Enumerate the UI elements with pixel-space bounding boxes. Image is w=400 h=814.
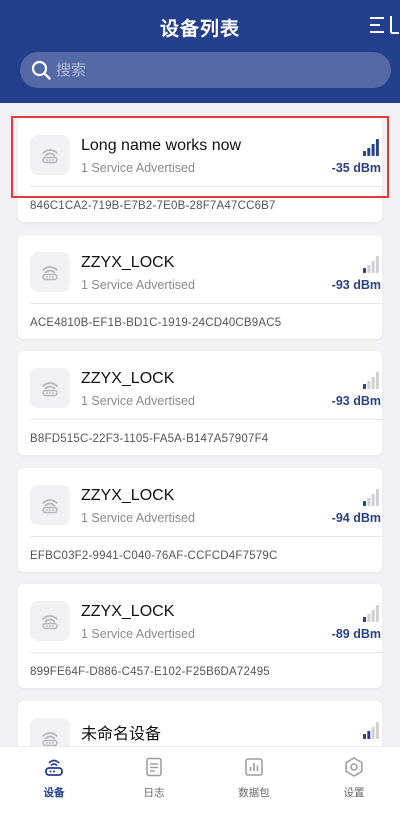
device-name: ZZYX_LOCK xyxy=(81,253,175,271)
document-icon xyxy=(143,756,165,778)
device-name: Long name works now xyxy=(81,137,242,154)
device-services: 1 Service Advertised xyxy=(81,394,195,408)
divider xyxy=(30,535,382,537)
device-services: 1 Service Advertised xyxy=(81,277,195,292)
device-uuid: B8FD515C-22F3-1105-FA5A-B147A57907F4 xyxy=(30,433,269,445)
device-name: ZZYX_LOCK xyxy=(81,370,175,387)
device-card[interactable]: Long name works now 1 Service Advertised -… xyxy=(18,118,382,222)
device-name: ZZYX_LOCK xyxy=(81,603,175,620)
device-card[interactable]: ZZYX_LOCK 1 Service Advertised -89 dBm 899F… xyxy=(18,584,382,688)
device-card[interactable]: ZZYX_LOCK 1 Service Advertised -94 dBm EFBC… xyxy=(18,467,382,572)
menu-icon[interactable] xyxy=(364,12,400,42)
device-rssi: -93 dBm xyxy=(331,394,381,408)
tab-packets[interactable]: 数据包 xyxy=(204,747,304,814)
tab-devices[interactable]: 设备 xyxy=(4,747,104,814)
divider xyxy=(30,419,382,420)
search-icon xyxy=(30,59,52,81)
router-icon xyxy=(43,756,65,778)
device-uuid: ACE4810B-EF1B-BD1C-1919-24CD40CB9AC5 xyxy=(30,316,282,329)
signal-strength-icon xyxy=(363,488,380,506)
device-uuid: 846C1CA2-719B-E7B2-7E0B-28F7A47CC6B7 xyxy=(30,200,276,212)
device-services: 1 Service Advertised xyxy=(81,510,195,525)
bottom-tab-bar: 设备 日志 数据包 设置 xyxy=(0,746,400,814)
device-name: ZZYX_LOCK xyxy=(81,486,175,504)
divider xyxy=(30,302,382,304)
device-card[interactable]: ZZYX_LOCK 1 Service Advertised -93 dBm ACE4… xyxy=(18,234,382,339)
device-uuid: EFBC03F2-9941-C040-76AF-CCFCD4F7579C xyxy=(30,549,278,562)
tab-logs[interactable]: 日志 xyxy=(104,747,204,814)
tab-settings[interactable]: 设置 xyxy=(304,747,400,814)
signal-strength-icon xyxy=(363,138,380,156)
device-rssi: -89 dBm xyxy=(331,627,381,641)
page-title: 设备列表 xyxy=(159,19,240,40)
divider xyxy=(30,652,382,653)
signal-strength-icon xyxy=(363,371,380,389)
search-bar[interactable] xyxy=(20,52,391,88)
chart-icon xyxy=(243,756,265,778)
device-rssi: -35 dBm xyxy=(331,161,381,175)
device-services: 1 Service Advertised xyxy=(81,627,195,641)
device-rssi: -93 dBm xyxy=(331,277,381,292)
divider xyxy=(30,186,382,187)
signal-strength-icon xyxy=(363,721,380,739)
app-header: 设备列表 xyxy=(0,0,400,103)
hexagon-settings-icon xyxy=(343,756,365,778)
search-input[interactable] xyxy=(56,52,376,88)
bluetooth-device-icon xyxy=(30,484,70,525)
device-name: 未命名设备 xyxy=(81,725,162,743)
bluetooth-device-icon xyxy=(30,368,70,408)
tab-label: 数据包 xyxy=(238,787,270,799)
tab-label: 日志 xyxy=(143,787,165,799)
device-uuid: 899FE64F-D886-C457-E102-F25B6DA72495 xyxy=(30,666,270,678)
tab-label: 设备 xyxy=(43,787,65,799)
tab-label: 设置 xyxy=(343,787,365,799)
device-services: 1 Service Advertised xyxy=(81,161,195,175)
device-card[interactable]: ZZYX_LOCK 1 Service Advertised -93 dBm B8FD… xyxy=(18,351,382,455)
signal-strength-icon xyxy=(363,255,380,273)
device-rssi: -94 dBm xyxy=(331,510,381,525)
bluetooth-device-icon xyxy=(30,601,70,641)
bluetooth-device-icon xyxy=(30,251,70,292)
bluetooth-device-icon xyxy=(30,135,70,175)
signal-strength-icon xyxy=(363,604,380,622)
